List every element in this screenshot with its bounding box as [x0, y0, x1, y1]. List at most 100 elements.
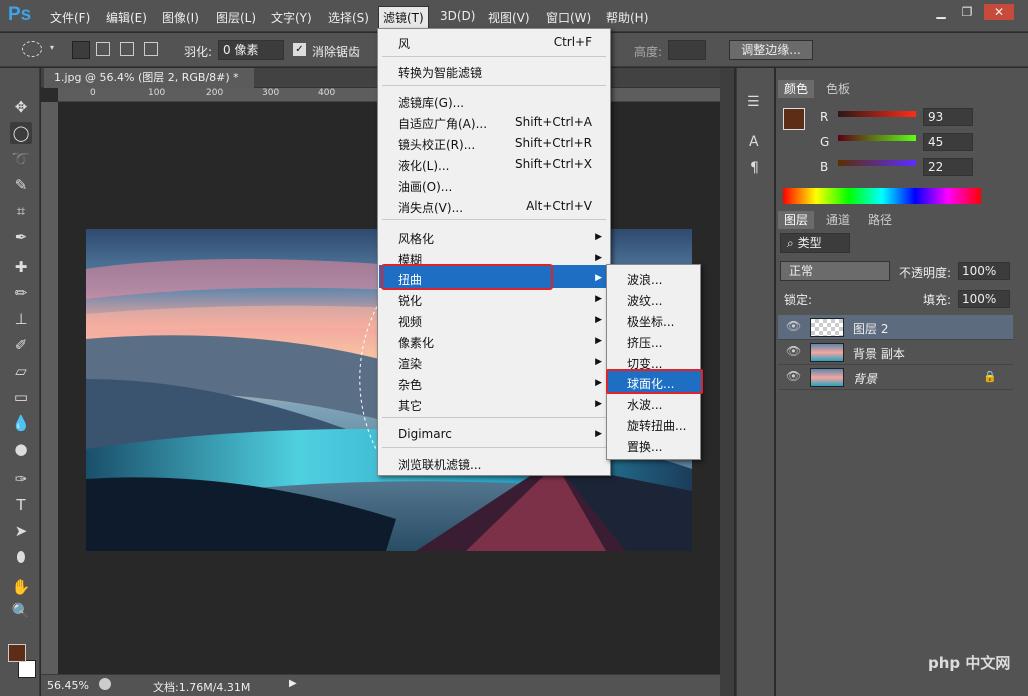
g-value-input[interactable]: 45: [923, 133, 973, 151]
height-input[interactable]: [668, 40, 706, 60]
subtract-selection-icon[interactable]: [120, 42, 134, 56]
healing-brush-tool-icon[interactable]: ✚: [10, 256, 32, 278]
character-panel-icon[interactable]: A: [749, 134, 759, 150]
zoom-level[interactable]: 56.45%: [47, 679, 89, 692]
dodge-tool-icon[interactable]: ●: [10, 438, 32, 460]
tab-layers[interactable]: 图层: [778, 211, 815, 229]
menu-item-convert-smart-filters[interactable]: 转换为智能滤镜: [398, 64, 482, 81]
menu-edit[interactable]: 编辑(E): [106, 9, 147, 26]
zoom-tool-icon[interactable]: 🔍: [10, 600, 32, 622]
menu-file[interactable]: 文件(F): [50, 9, 90, 26]
menu-item-oil-paint[interactable]: 油画(O)...: [398, 178, 452, 195]
refine-edge-button[interactable]: 调整边缘...: [729, 40, 813, 60]
document-info: 文档:1.76M/4.31M: [153, 681, 251, 694]
chevron-down-icon[interactable]: ▾: [50, 43, 54, 52]
tab-paths[interactable]: 路径: [862, 211, 898, 229]
menu-filter[interactable]: 滤镜(T): [378, 6, 429, 29]
feather-input[interactable]: 0 像素: [218, 40, 284, 60]
quick-selection-tool-icon[interactable]: ✎: [10, 174, 32, 196]
close-icon[interactable]: ✕: [984, 4, 1014, 20]
submenu-item-ripple[interactable]: 波纹...: [627, 292, 662, 309]
status-menu-arrow-icon[interactable]: ▶: [289, 678, 297, 689]
move-tool-icon[interactable]: ✥: [10, 96, 32, 118]
type-tool-icon[interactable]: T: [10, 494, 32, 516]
spherize-annotation-box: [606, 369, 703, 394]
menu-item-liquify[interactable]: 液化(L)...: [398, 157, 450, 174]
b-slider[interactable]: [838, 160, 916, 166]
new-selection-icon[interactable]: [72, 41, 90, 59]
history-panel-icon[interactable]: ☰: [747, 94, 760, 110]
foreground-color-swatch[interactable]: [8, 644, 26, 662]
menu-type[interactable]: 文字(Y): [271, 9, 312, 26]
submenu-item-wave[interactable]: 波浪...: [627, 271, 662, 288]
clone-stamp-tool-icon[interactable]: ⊥: [10, 308, 32, 330]
menu-layer[interactable]: 图层(L): [216, 9, 256, 26]
menu-shortcut: Alt+Ctrl+V: [526, 199, 592, 213]
gradient-tool-icon[interactable]: ▭: [10, 386, 32, 408]
status-info-icon[interactable]: [99, 678, 111, 690]
menu-item-adaptive-wide-angle[interactable]: 自适应广角(A)...: [398, 115, 487, 132]
layer-row[interactable]: 👁 背景 🔒: [778, 365, 1013, 390]
r-value-input[interactable]: 93: [923, 108, 973, 126]
blend-mode-select[interactable]: 正常: [780, 261, 890, 281]
path-selection-tool-icon[interactable]: ➤: [10, 520, 32, 542]
ellipse-shape-tool-icon[interactable]: ⬮: [10, 546, 32, 568]
elliptical-marquee-tool-icon[interactable]: ◯: [10, 122, 32, 144]
menu-item-stylize[interactable]: 风格化: [398, 230, 434, 247]
elliptical-marquee-icon[interactable]: [22, 41, 42, 57]
visibility-eye-icon[interactable]: 👁: [786, 344, 801, 358]
restore-icon[interactable]: ❐: [956, 4, 978, 20]
menu-item-lens-correction[interactable]: 镜头校正(R)...: [398, 136, 475, 153]
submenu-item-pinch[interactable]: 挤压...: [627, 334, 662, 351]
menu-item-wind[interactable]: 风: [398, 35, 410, 52]
blur-tool-icon[interactable]: 💧: [10, 412, 32, 434]
layer-row[interactable]: 👁 背景 副本: [778, 340, 1013, 365]
antialias-checkbox[interactable]: ✓: [293, 43, 306, 56]
ruler-label: 0: [90, 88, 96, 98]
vertical-scrollbar[interactable]: [720, 68, 734, 696]
menu-item-filter-gallery[interactable]: 滤镜库(G)...: [398, 94, 464, 111]
history-brush-tool-icon[interactable]: ✐: [10, 334, 32, 356]
r-slider[interactable]: [838, 111, 916, 117]
submenu-item-polar-coordinates[interactable]: 极坐标...: [627, 313, 674, 330]
tab-swatches[interactable]: 色板: [820, 80, 856, 98]
menu-3d[interactable]: 3D(D): [440, 9, 475, 23]
color-foreground-swatch[interactable]: [783, 108, 805, 130]
lasso-tool-icon[interactable]: ➰: [10, 148, 32, 170]
menu-view[interactable]: 视图(V): [488, 9, 530, 26]
eyedropper-tool-icon[interactable]: ✒: [10, 226, 32, 248]
pen-tool-icon[interactable]: ✑: [10, 468, 32, 490]
tab-channels[interactable]: 通道: [820, 211, 856, 229]
menu-select[interactable]: 选择(S): [328, 9, 369, 26]
menu-image[interactable]: 图像(I): [162, 9, 199, 26]
document-tab[interactable]: 1.jpg @ 56.4% (图层 2, RGB/8#) * ✕: [44, 68, 254, 104]
hand-tool-icon[interactable]: ✋: [10, 576, 32, 598]
eraser-tool-icon[interactable]: ▱: [10, 360, 32, 382]
crop-tool-icon[interactable]: ⌗: [10, 200, 32, 222]
submenu-arrow-icon: ▶: [595, 253, 602, 263]
menu-window[interactable]: 窗口(W): [546, 9, 591, 26]
fill-input[interactable]: 100%: [958, 290, 1010, 308]
g-slider[interactable]: [838, 135, 916, 141]
search-icon: ⌕: [787, 236, 794, 250]
menu-help[interactable]: 帮助(H): [606, 9, 648, 26]
layer-filter-select[interactable]: ⌕ 类型: [780, 233, 850, 253]
intersect-selection-icon[interactable]: [144, 42, 158, 56]
menu-item-vanishing-point[interactable]: 消失点(V)...: [398, 199, 463, 216]
visibility-eye-icon[interactable]: 👁: [786, 369, 801, 383]
brush-tool-icon[interactable]: ✏: [10, 282, 32, 304]
add-selection-icon[interactable]: [96, 42, 110, 56]
color-spectrum-bar[interactable]: [783, 188, 981, 204]
layer-thumbnail: [810, 343, 844, 362]
tab-color[interactable]: 颜色: [778, 80, 815, 98]
opacity-input[interactable]: 100%: [958, 262, 1010, 280]
panel-dock-strip: ☰ A ¶: [736, 68, 774, 696]
b-value-input[interactable]: 22: [923, 158, 973, 176]
layer-row[interactable]: 👁 图层 2: [778, 315, 1013, 340]
minimize-icon[interactable]: ▁: [930, 4, 952, 20]
menu-shortcut: Ctrl+F: [553, 35, 592, 49]
paragraph-panel-icon[interactable]: ¶: [750, 160, 759, 176]
background-color-swatch[interactable]: [18, 660, 36, 678]
height-label: 高度:: [634, 45, 663, 59]
visibility-eye-icon[interactable]: 👁: [786, 319, 801, 333]
